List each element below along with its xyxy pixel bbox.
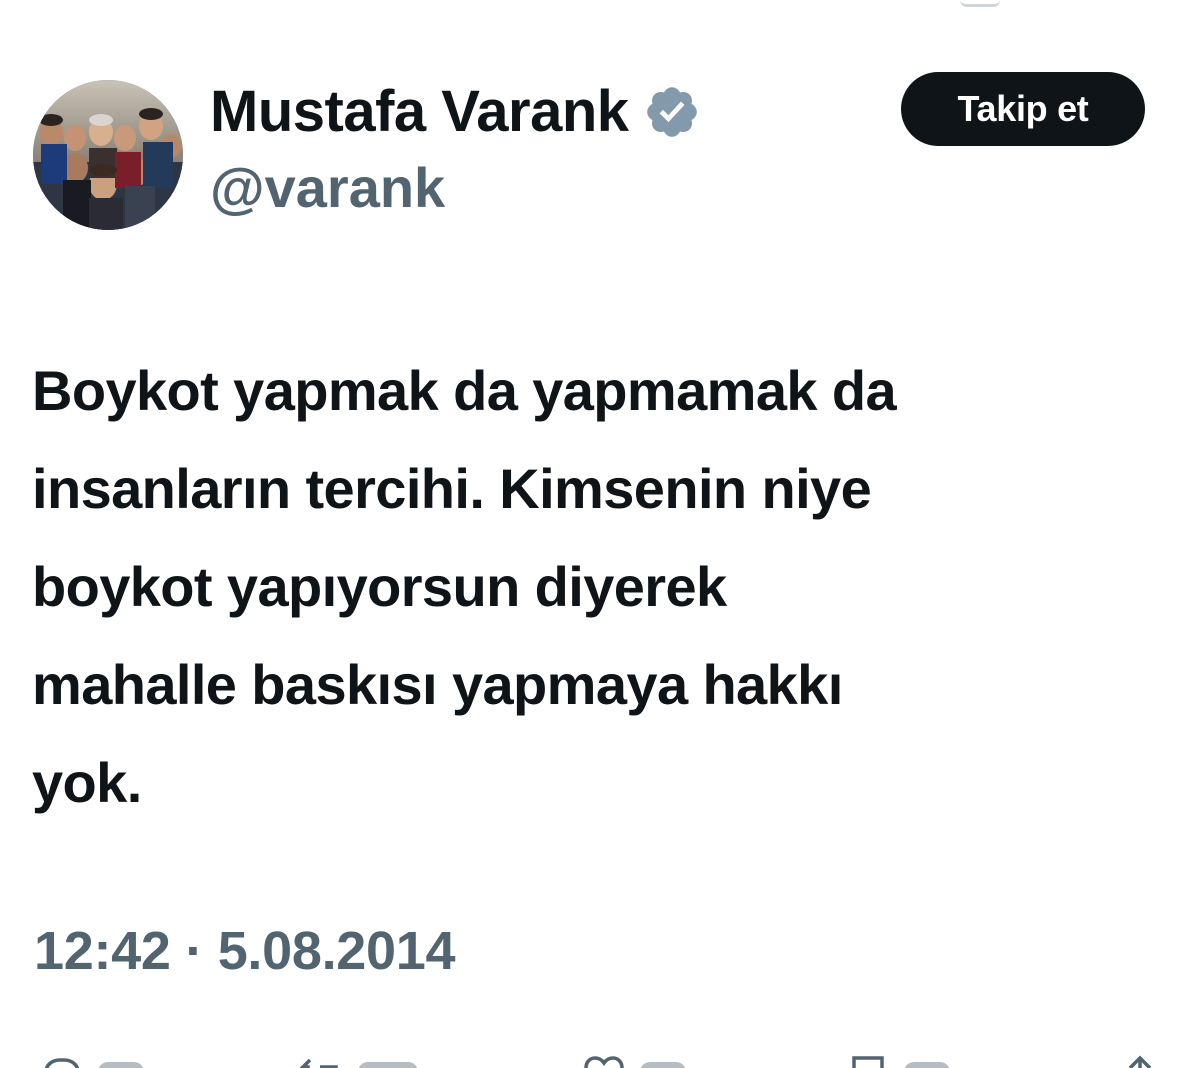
avatar-photo: [33, 80, 183, 230]
like-count-redacted: [640, 1062, 686, 1068]
tweet-text-line: insanların tercihi. Kimsenin niye: [32, 457, 872, 520]
tweet-text-line: yok.: [32, 751, 142, 814]
previous-tweet-edge: [0, 0, 1200, 8]
action-bar: [0, 1046, 1200, 1068]
author-name-row[interactable]: Mustafa Varank: [210, 74, 701, 150]
tweet-timestamp[interactable]: 12:42 · 5.08.2014: [34, 924, 456, 978]
tweet-text-line: Boykot yapmak da yapmamak da: [32, 359, 897, 422]
author-handle[interactable]: @varank: [210, 160, 445, 216]
cropped-icon: [960, 0, 1000, 7]
tweet-card: Mustafa Varank @varank Takip et Boykot y…: [0, 0, 1200, 1068]
retweet-count-redacted: [358, 1062, 418, 1068]
reply-count-redacted: [98, 1062, 144, 1068]
author-display-name[interactable]: Mustafa Varank: [210, 83, 629, 141]
reply-icon: [44, 1058, 80, 1068]
tweet-text-line: boykot yapıyorsun diyerek: [32, 555, 727, 618]
bookmark-count-redacted: [904, 1062, 950, 1068]
bookmark-icon: [852, 1056, 884, 1068]
follow-button[interactable]: Takip et: [901, 72, 1145, 146]
tweet-text: Boykot yapmak da yapmamak da insanların …: [32, 342, 1182, 832]
heart-icon: [584, 1056, 624, 1068]
retweet-icon: [300, 1058, 338, 1068]
avatar[interactable]: [33, 80, 183, 230]
verified-badge-icon[interactable]: [643, 83, 701, 141]
share-icon: [1128, 1055, 1152, 1068]
tweet-text-line: mahalle baskısı yapmaya hakkı: [32, 653, 843, 716]
